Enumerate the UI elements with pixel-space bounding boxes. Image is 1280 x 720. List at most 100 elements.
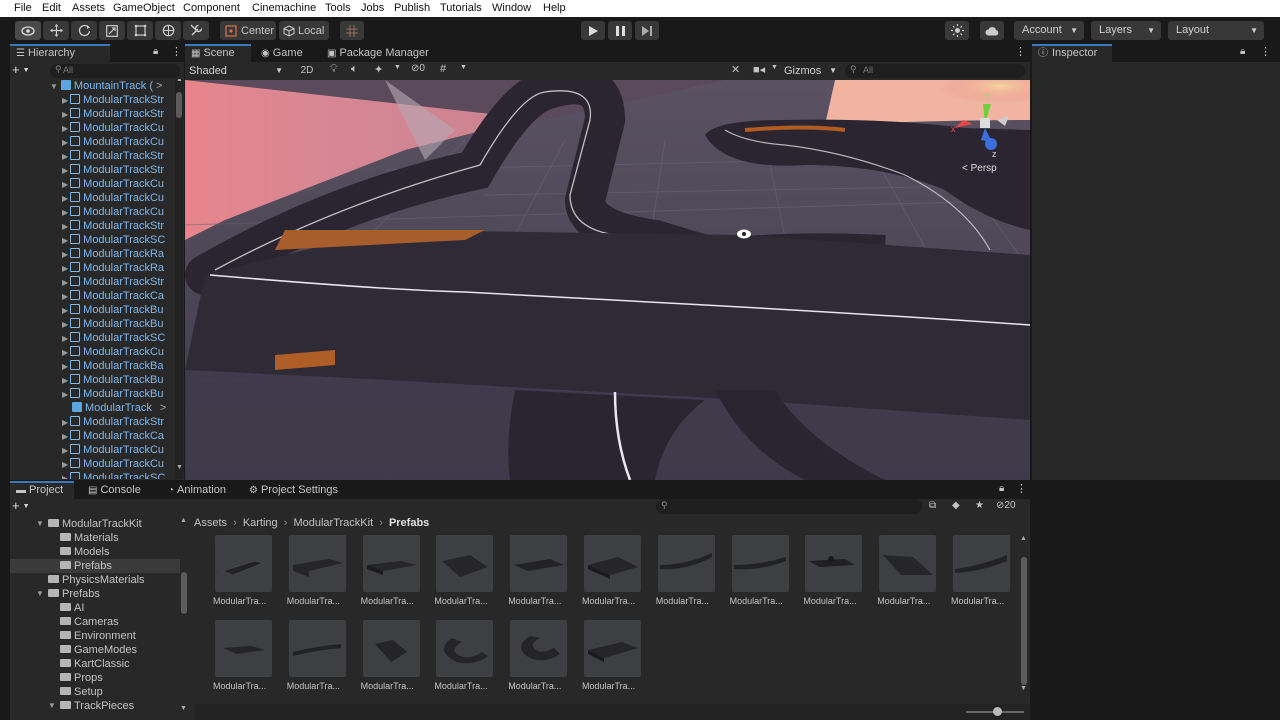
folder-item[interactable]: ▼ ModularTrackKit [10,517,180,531]
menu-file[interactable]: File [14,2,32,14]
kebab-menu-icon[interactable]: ⋮ [171,45,182,58]
folder-item[interactable]: Materials [10,531,180,545]
prefab-asset[interactable]: ModularTra... [508,620,570,692]
menu-window[interactable]: Window [492,2,531,14]
folder-item[interactable]: KartClassic [10,657,180,671]
prefab-asset[interactable]: ModularTra... [951,535,1013,607]
lock-icon[interactable]: 🔒︎ [999,483,1004,494]
hierarchy-scrollbar[interactable]: ▲ ▼ [175,79,183,479]
tab-hierarchy[interactable]: ☰ Hierarchy [10,44,110,62]
hierarchy-item[interactable]: ▶ ModularTrackCu [62,443,175,457]
project-search-input[interactable]: ⚲ [656,499,922,514]
pause-button[interactable] [608,21,632,40]
prefab-asset[interactable]: ModularTra... [582,620,644,692]
hierarchy-item[interactable]: ▶ ModularTrackStr [62,107,175,121]
folder-item[interactable]: AI [10,601,180,615]
folder-item[interactable]: Setup [10,685,180,699]
scrollbar-thumb[interactable] [176,92,182,118]
folder-item[interactable]: Cameras [10,615,180,629]
shading-mode-dropdown[interactable]: Shaded ▼ [187,62,289,80]
hierarchy-item[interactable]: ▶ ModularTrackCu [62,191,175,205]
account-dropdown[interactable]: Account ▼ [1014,21,1084,40]
tools-icon[interactable]: ✕ [731,63,740,76]
caret-down-icon[interactable]: ▼ [460,64,467,71]
hierarchy-item[interactable]: ▶ ModularTrackSC [62,331,175,345]
prefab-asset[interactable]: ModularTra... [287,620,349,692]
create-button[interactable]: + ▼ [12,63,38,78]
caret-down-icon[interactable]: ▼ [771,64,778,71]
menu-component[interactable]: Component [183,2,240,14]
lock-icon[interactable]: 🔒︎ [1240,46,1245,57]
hierarchy-item[interactable]: ▶ ModularTrackRa [62,261,175,275]
tab-game[interactable]: ◉ Game [255,44,309,62]
folder-item[interactable]: Prefabs [10,559,180,573]
caret-down-icon[interactable]: ▼ [394,64,401,71]
scene-search-input[interactable]: ⚲ All [845,64,1025,78]
hierarchy-item[interactable]: ▶ ModularTrackBu [62,317,175,331]
tab-animation[interactable]: ◔ Animation [162,481,232,499]
tab-project-settings[interactable]: ⚙ Project Settings [243,481,344,499]
menu-jobs[interactable]: Jobs [361,2,384,14]
cloud-button[interactable] [980,21,1004,40]
folder-tree-scrollbar[interactable]: ▲ ▼ [180,517,188,717]
breadcrumb-modulartrackkit[interactable]: ModularTrackKit [293,517,373,529]
camera-icon[interactable]: ■◂ [753,63,765,76]
pivot-rotation-toggle[interactable]: Local [279,21,329,40]
prefab-asset[interactable]: ModularTra... [803,535,865,607]
hidden-packages-toggle[interactable]: ⊘20 [996,500,1016,511]
rect-tool-button[interactable] [127,21,153,40]
breadcrumb-assets[interactable]: Assets [194,517,227,529]
rotate-tool-button[interactable] [71,21,97,40]
menu-tutorials[interactable]: Tutorials [440,2,482,14]
hierarchy-item[interactable]: ▶ ModularTrackStr [62,415,175,429]
folder-item[interactable]: Props [10,671,180,685]
menu-help[interactable]: Help [543,2,566,14]
tab-project[interactable]: ▬ Project [10,481,74,499]
prefab-asset[interactable]: ModularTra... [877,535,939,607]
hidden-objects-toggle[interactable]: ⊘0 [411,63,425,74]
asset-grid-scrollbar[interactable]: ▲ ▼ [1020,535,1028,695]
transform-tool-button[interactable] [155,21,181,40]
persp-label[interactable]: < Persp [962,163,997,174]
tab-console[interactable]: ▤ Console [82,481,147,499]
effects-toggle-icon[interactable]: ✦ [374,63,383,76]
menu-edit[interactable]: Edit [42,2,61,14]
hierarchy-search-input[interactable]: ⚲ All [50,64,180,78]
tab-package-manager[interactable]: ▣ Package Manager [321,44,435,62]
hierarchy-item[interactable]: ▶ ModularTrackCu [62,345,175,359]
hierarchy-item[interactable]: ▶ ModularTrackCa [62,289,175,303]
prefab-asset[interactable]: ModularTra... [213,535,275,607]
grid-toggle-icon[interactable]: # [440,63,446,75]
prefab-asset[interactable]: ModularTra... [213,620,275,692]
prefab-asset[interactable]: ModularTra... [434,620,496,692]
custom-tool-button[interactable] [183,21,209,40]
prefab-asset[interactable]: ModularTra... [361,535,423,607]
favorite-star-icon[interactable]: ★ [975,500,984,511]
folder-item[interactable]: GameModes [10,643,180,657]
kebab-menu-icon[interactable]: ⋮ [1015,45,1026,58]
hierarchy-item[interactable]: ▶ ModularTrackCa [62,429,175,443]
hierarchy-item[interactable]: ▶ ModularTrackStr [62,93,175,107]
kebab-menu-icon[interactable]: ⋮ [1016,482,1027,495]
hierarchy-item[interactable]: ▶ ModularTrackCu [62,177,175,191]
hierarchy-item[interactable]: ▶ ModularTrackCu [62,205,175,219]
hierarchy-item[interactable]: ▶ ModularTrackStr [62,219,175,233]
folder-item[interactable]: Environment [10,629,180,643]
hierarchy-item[interactable]: ▶ ModularTrackSC [62,233,175,247]
menu-assets[interactable]: Assets [72,2,105,14]
grid-snap-button[interactable] [340,21,364,40]
scale-tool-button[interactable] [99,21,125,40]
prefab-asset[interactable]: ModularTra... [508,535,570,607]
layers-dropdown[interactable]: Layers ▼ [1091,21,1161,40]
play-button[interactable] [581,21,605,40]
layout-dropdown[interactable]: Layout ▼ [1168,21,1264,40]
scene-viewport[interactable]: y x z < Persp [185,80,1030,480]
hierarchy-item[interactable]: ▶ ModularTrackStr [62,275,175,289]
hierarchy-item[interactable]: ModularTrack > [62,401,175,415]
prefab-asset[interactable]: ModularTra... [287,535,349,607]
folder-item[interactable]: ▼ TrackPieces [10,699,180,713]
menu-cinemachine[interactable]: Cinemachine [252,2,316,14]
audio-toggle-icon[interactable]: 🔈︎ [351,63,358,76]
scrollbar-thumb[interactable] [181,572,187,614]
menu-tools[interactable]: Tools [325,2,351,14]
